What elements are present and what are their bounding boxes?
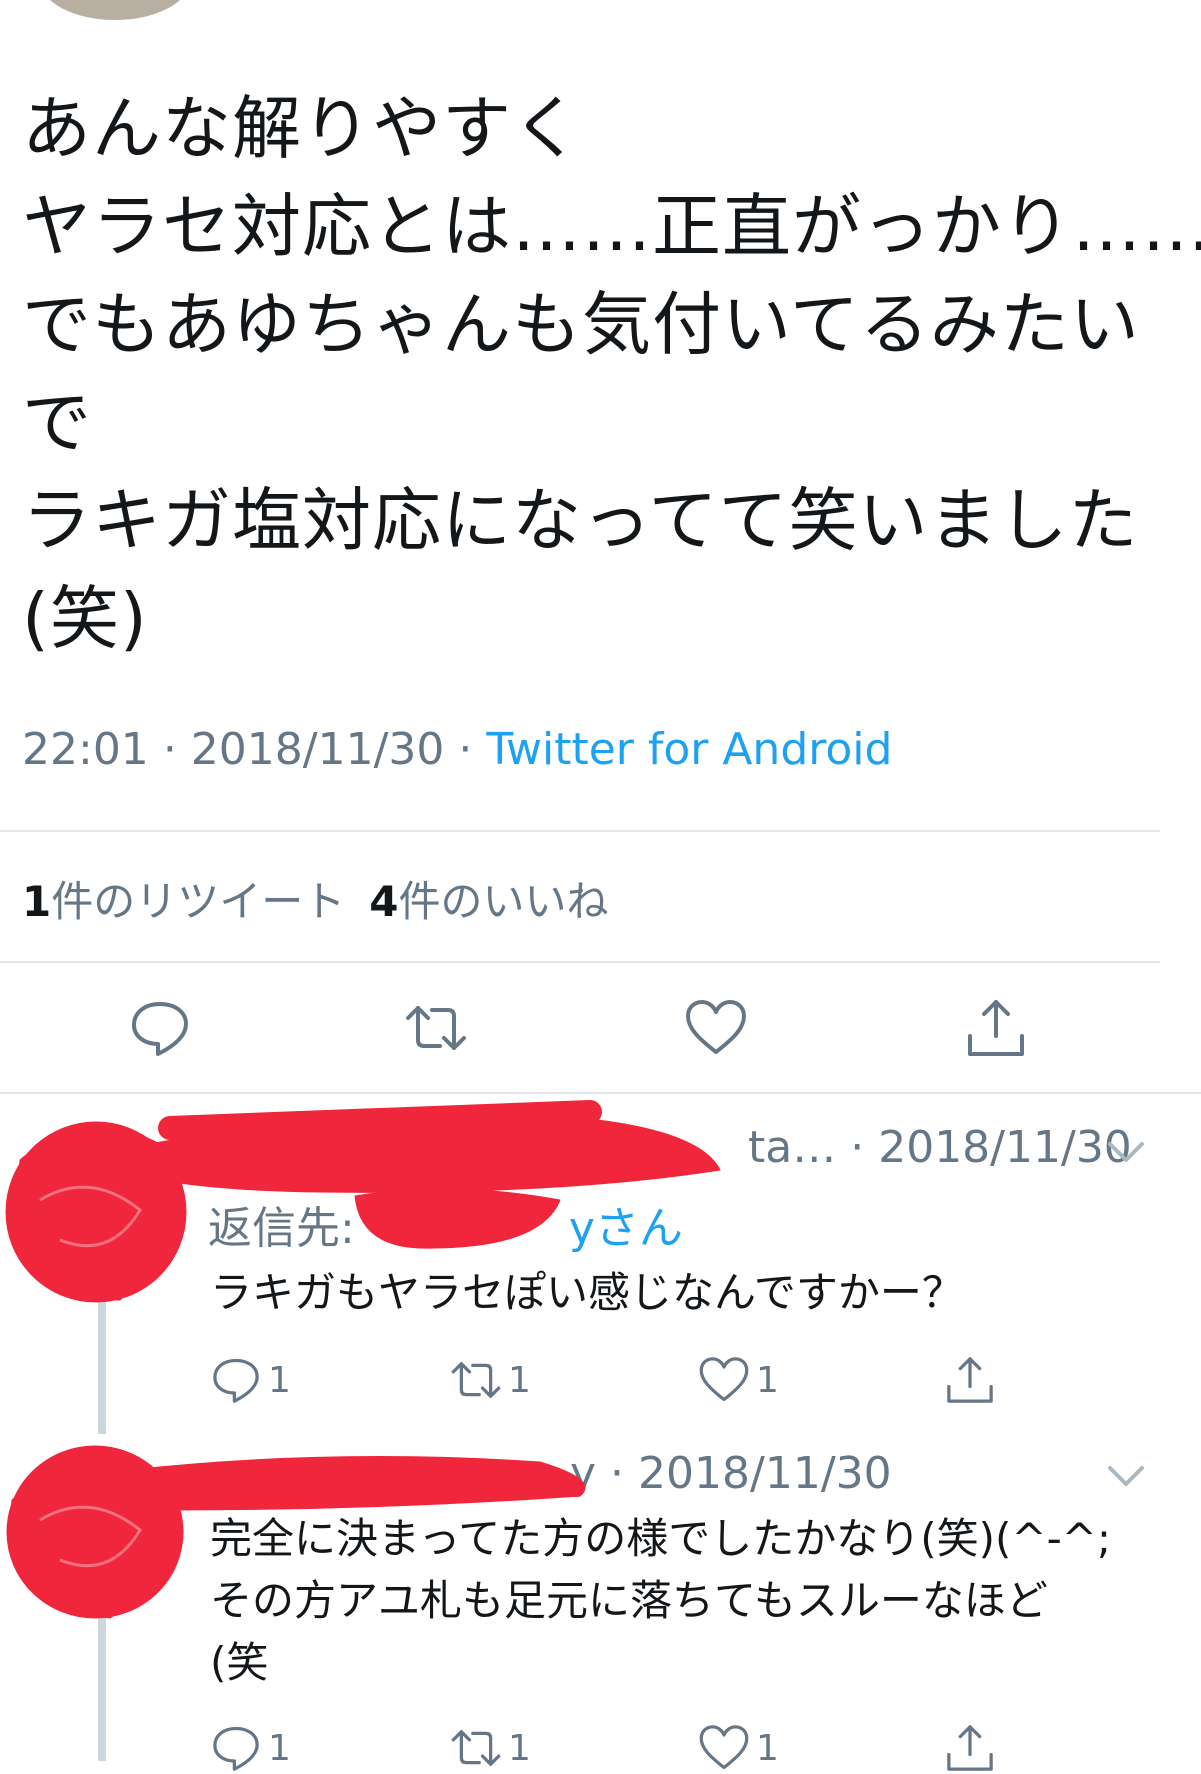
thread-line xyxy=(98,1280,106,1434)
reply-text: ラキガもヤラセぽい感じなんですかー？ xyxy=(210,1262,964,1324)
reply-reply-button[interactable]: 1 xyxy=(210,1354,291,1406)
reply-like-button[interactable]: 1 xyxy=(698,1722,779,1774)
reply-text: 完全に決まってた方の様でしたかなり(笑)(^-^; その方アユ札も足元に落ちても… xyxy=(210,1508,1111,1694)
share-icon xyxy=(947,1725,993,1771)
heart-icon xyxy=(686,1000,746,1054)
chevron-down-icon[interactable] xyxy=(1106,1138,1146,1166)
meta-separator: · xyxy=(610,1448,639,1499)
like-count: 4 xyxy=(369,877,399,926)
reply-date: 2018/11/30 xyxy=(878,1122,1132,1173)
share-icon xyxy=(968,1000,1024,1056)
reply-author-name[interactable]: y xyxy=(570,1448,596,1499)
reply-to-label: 返信先: xyxy=(208,1203,355,1254)
reply-header: y · 2018/11/30 xyxy=(570,1448,892,1499)
reply-retweet-button[interactable]: 1 xyxy=(450,1722,531,1774)
retweet-icon xyxy=(451,1730,501,1766)
tweet-line: ラキガ塩対応になってて笑いました xyxy=(22,481,1139,561)
reply-icon xyxy=(213,1358,259,1403)
tweet-line: ヤラセ対応とは……正直がっかり…… xyxy=(22,187,1201,267)
reply-avatar[interactable] xyxy=(16,1450,176,1610)
tweet-source-link[interactable]: Twitter for Android xyxy=(486,724,892,775)
retweets-stat[interactable]: 1件のリツイート xyxy=(22,877,345,926)
reply-count: 1 xyxy=(268,1727,291,1769)
reply-share-button[interactable] xyxy=(944,1354,996,1406)
divider xyxy=(0,1092,1201,1094)
reply-line: その方アユ札も足元に落ちてもスルーなほど xyxy=(210,1576,1048,1625)
reply-reply-button[interactable]: 1 xyxy=(210,1722,291,1774)
reply-icon xyxy=(213,1726,259,1771)
reply-retweet-button[interactable]: 1 xyxy=(450,1354,531,1406)
tweet-line: (笑) xyxy=(22,579,148,659)
thread-line xyxy=(98,1600,106,1761)
reply-to-handle[interactable]: yさん xyxy=(569,1203,683,1254)
reply-avatar[interactable] xyxy=(16,1128,176,1288)
reply-date: 2018/11/30 xyxy=(638,1448,892,1499)
share-icon xyxy=(947,1357,993,1403)
meta-separator: · xyxy=(162,724,191,775)
reply-like-button[interactable]: 1 xyxy=(698,1354,779,1406)
tweet-date: 2018/11/30 xyxy=(190,724,445,775)
retweet-icon xyxy=(451,1362,501,1398)
tweet-line: で xyxy=(22,383,92,463)
likes-stat[interactable]: 4件のいいね xyxy=(369,877,608,926)
retweet-count: 1 xyxy=(508,1359,531,1401)
reply-line: (笑 xyxy=(210,1638,269,1687)
retweet-icon xyxy=(406,1006,466,1050)
meta-separator: · xyxy=(458,724,487,775)
reply-icon xyxy=(132,1002,188,1056)
reply-button[interactable] xyxy=(128,996,192,1064)
retweet-count: 1 xyxy=(508,1727,531,1769)
like-button[interactable] xyxy=(684,996,748,1064)
tweet-line: でもあゆちゃんも気付いてるみたい xyxy=(22,285,1140,365)
reply-line: ラキガもヤラセぽい感じなんですかー？ xyxy=(210,1268,964,1317)
divider xyxy=(0,830,1160,832)
like-count: 1 xyxy=(756,1727,779,1769)
reply-count: 1 xyxy=(268,1359,291,1401)
reply-line: 完全に決まってた方の様でしたかなり(笑)(^-^; xyxy=(210,1514,1112,1563)
engagement-stats: 1件のリツイート 4件のいいね xyxy=(22,868,609,929)
tweet-meta: 22:01 · 2018/11/30 · Twitter for Android xyxy=(22,724,892,775)
divider xyxy=(0,961,1160,963)
heart-icon xyxy=(699,1725,749,1770)
like-count: 1 xyxy=(756,1359,779,1401)
reply-to: 返信先: yさん xyxy=(208,1192,683,1256)
share-button[interactable] xyxy=(964,996,1028,1064)
reply-author-name[interactable]: ta… xyxy=(748,1122,836,1173)
tweet-line: あんな解りやすく xyxy=(22,89,582,169)
retweet-count: 1 xyxy=(22,877,52,926)
reply-header: ta… · 2018/11/30 xyxy=(748,1122,1132,1173)
like-label: 件のいいね xyxy=(398,877,609,926)
heart-icon xyxy=(699,1357,749,1402)
author-avatar[interactable] xyxy=(40,0,190,20)
tweet-text: あんな解りやすく ヤラセ対応とは……正直がっかり…… でもあゆちゃんも気付いてる… xyxy=(22,80,1201,668)
tweet-time: 22:01 xyxy=(22,724,149,775)
reply-share-button[interactable] xyxy=(944,1722,996,1774)
meta-separator: · xyxy=(850,1122,879,1173)
chevron-down-icon[interactable] xyxy=(1106,1462,1146,1490)
retweet-label: 件のリツイート xyxy=(51,877,346,926)
retweet-button[interactable] xyxy=(404,996,468,1064)
